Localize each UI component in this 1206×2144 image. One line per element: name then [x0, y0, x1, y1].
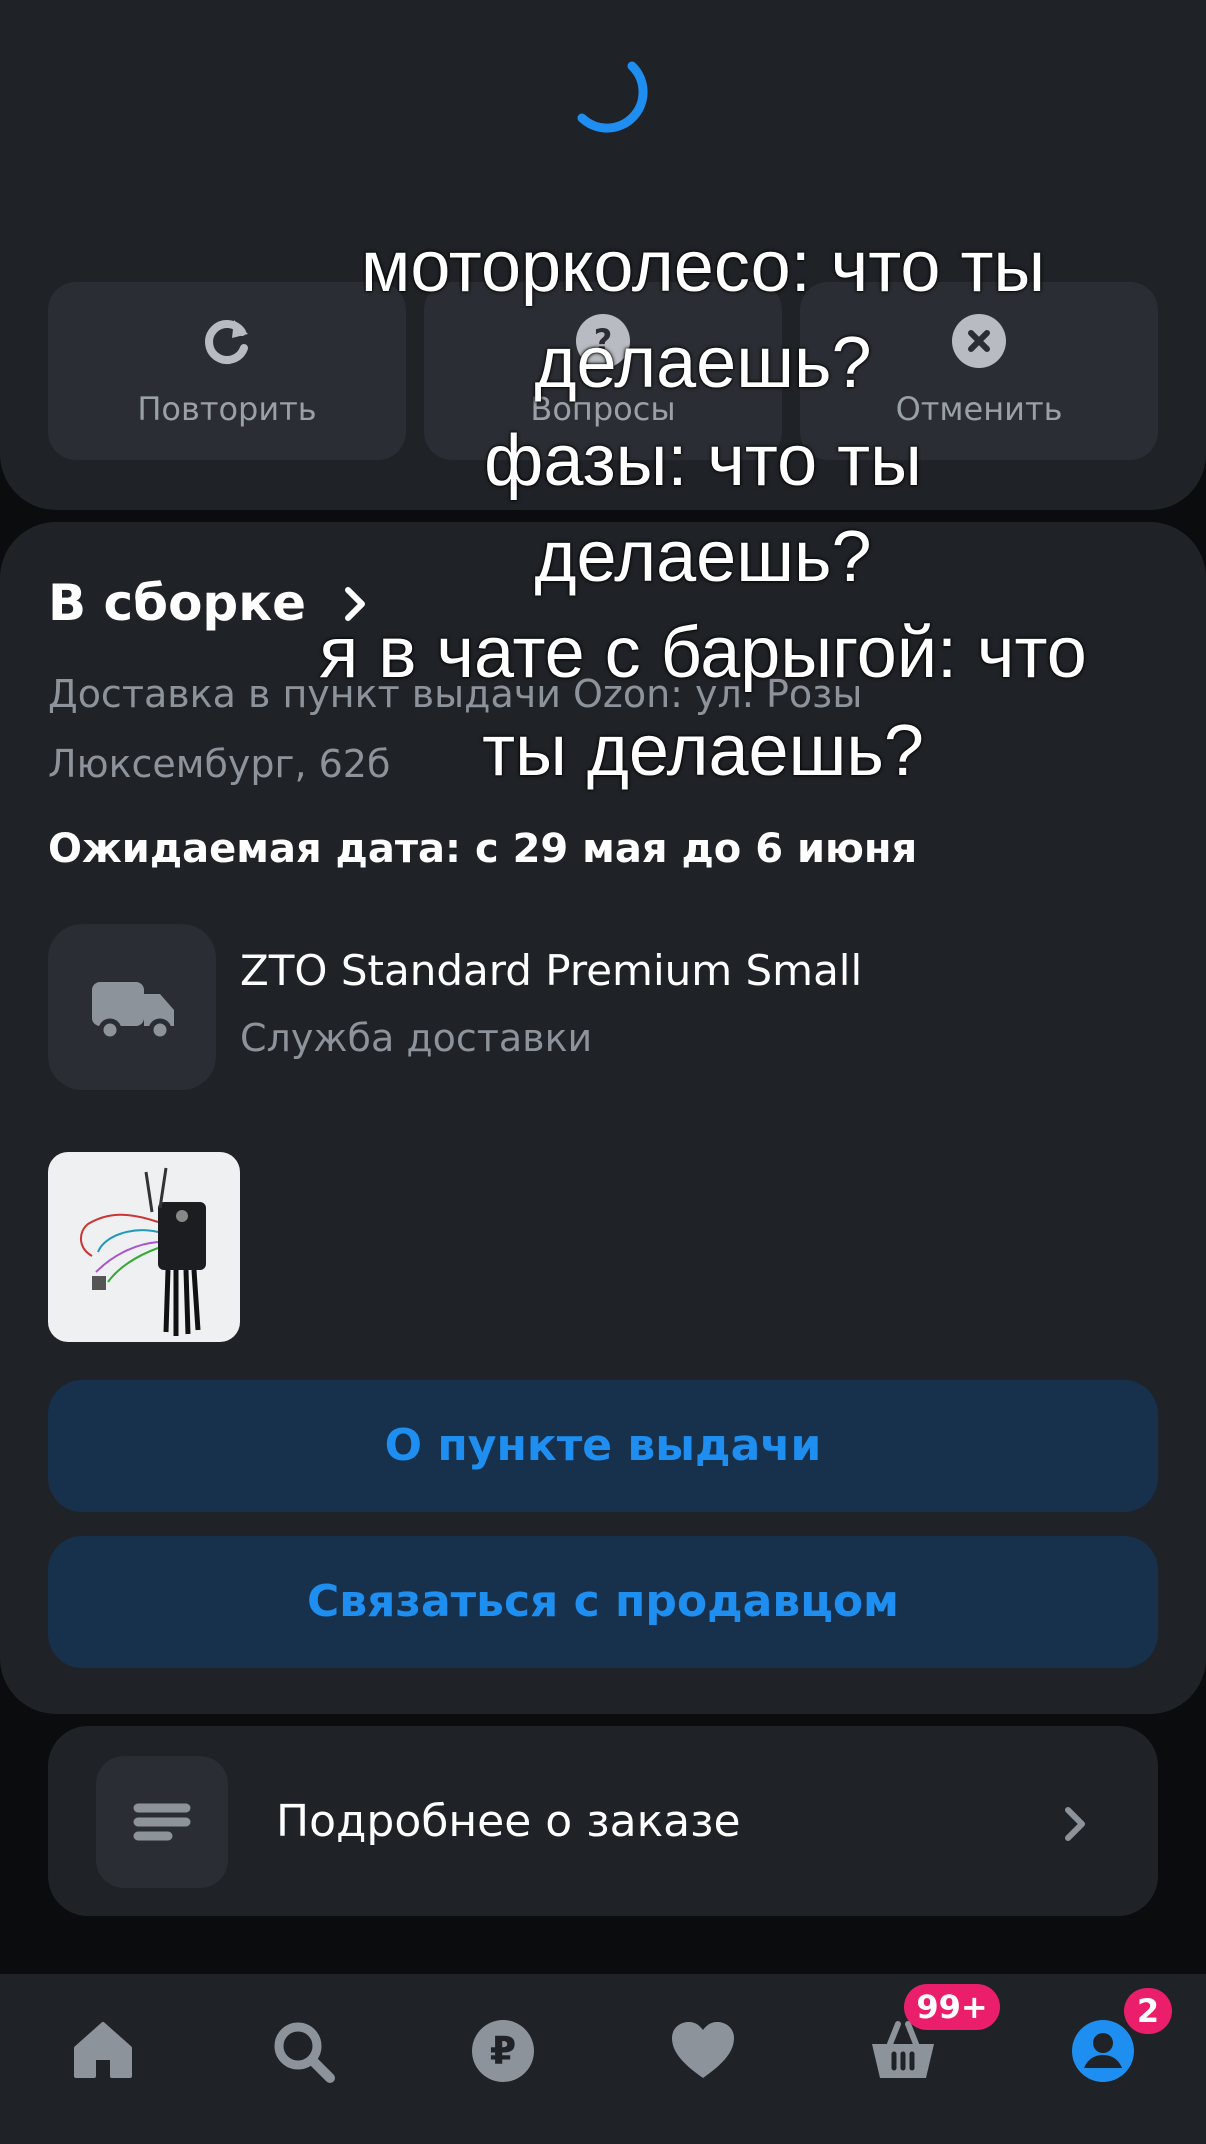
delivery-service-caption: Служба доставки — [240, 1016, 593, 1060]
contact-seller-button[interactable]: Связаться с продавцом — [48, 1536, 1158, 1668]
ruble-icon[interactable]: ₽ — [470, 2018, 536, 2084]
delivery-service-name: ZTO Standard Premium Small — [240, 946, 863, 995]
truck-icon — [92, 982, 174, 1042]
caption-line-1: моторколесо: что ты — [360, 227, 1046, 307]
cart-badge: 99+ — [904, 1984, 1000, 2030]
chevron-right-icon — [1065, 1807, 1085, 1841]
svg-text:₽: ₽ — [490, 2029, 516, 2073]
caption-line-2: делаешь? — [534, 323, 872, 403]
caption-line-4: делаешь? — [534, 517, 872, 597]
order-details-label: Подробнее о заказе — [276, 1796, 741, 1847]
bottom-tab-bar — [0, 1974, 1206, 2144]
pickup-point-button[interactable]: О пункте выдачи — [48, 1380, 1158, 1512]
product-thumbnail[interactable] — [48, 1152, 240, 1342]
details-icon-box — [96, 1756, 228, 1888]
heart-icon[interactable] — [670, 2018, 736, 2084]
expected-date: Ожидаемая дата: с 29 мая до 6 июня — [48, 826, 918, 872]
search-icon[interactable] — [270, 2018, 336, 2084]
delivery-service-icon-box — [48, 924, 216, 1090]
profile-badge: 2 — [1124, 1988, 1172, 2034]
controller-image — [80, 1167, 206, 1336]
caption-line-6: ты делаешь? — [482, 711, 924, 791]
caption-line-3: фазы: что ты — [484, 421, 922, 501]
profile-icon[interactable] — [1070, 2018, 1136, 2084]
loading-spinner-icon — [577, 61, 648, 133]
home-icon[interactable] — [70, 2018, 136, 2084]
caption-line-5: я в чате с барыгой: что — [319, 613, 1087, 693]
list-icon — [133, 1803, 191, 1841]
